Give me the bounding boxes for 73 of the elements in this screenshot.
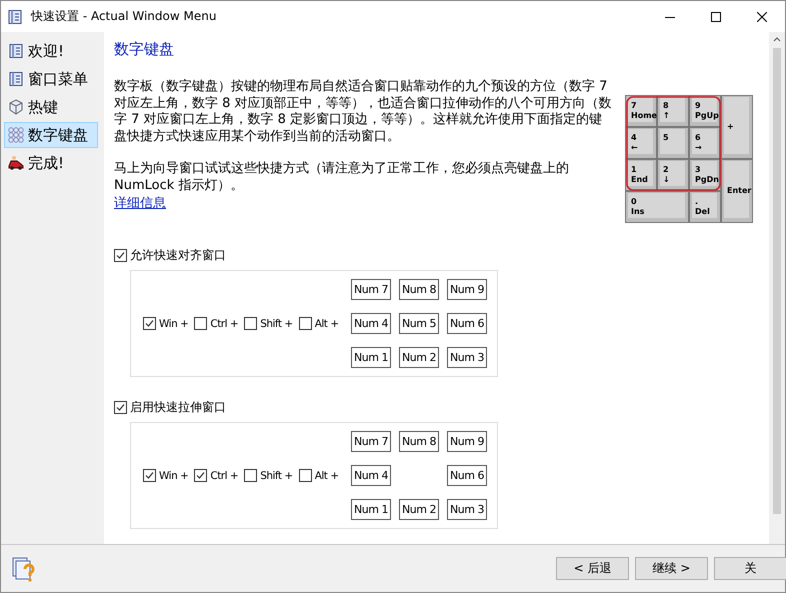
checkbox-label: Ctrl + bbox=[210, 318, 238, 330]
checkbox-label: Alt + bbox=[314, 318, 339, 330]
key-button[interactable]: Num 4 bbox=[351, 313, 391, 334]
key-button[interactable]: Num 8 bbox=[399, 431, 439, 452]
key-button[interactable]: Num 5 bbox=[399, 313, 439, 334]
checkbox-label: Win + bbox=[159, 318, 188, 330]
book-icon bbox=[8, 43, 24, 59]
keypad-key: 5 bbox=[657, 127, 689, 159]
checkbox-label: Shift + bbox=[260, 318, 293, 330]
keypad-key: 4 ← bbox=[625, 127, 657, 159]
checkbox[interactable] bbox=[114, 401, 127, 414]
wizard-button[interactable]: < 后退 bbox=[556, 557, 629, 580]
checkbox[interactable] bbox=[114, 249, 127, 262]
key-button[interactable]: Num 7 bbox=[351, 279, 391, 300]
keypad-key: . Del bbox=[689, 191, 721, 223]
checkbox-label: Win + bbox=[159, 470, 188, 482]
keypad-key: 2 ↓ bbox=[657, 159, 689, 191]
key-button[interactable]: Num 8 bbox=[399, 279, 439, 300]
page-heading: 数字键盘 bbox=[114, 40, 175, 59]
checkbox-label: Alt + bbox=[314, 470, 339, 482]
close-icon[interactable] bbox=[757, 12, 767, 22]
group-checkbox[interactable]: 允许快速对齐窗口 bbox=[114, 247, 769, 264]
cube-icon bbox=[8, 99, 24, 115]
paragraph: 马上为向导窗口试试这些快捷方式（请注意为了正常工作，您必须点亮键盘上的 NumLock 指示灯）。 bbox=[114, 161, 570, 194]
scrollbar[interactable] bbox=[769, 32, 785, 544]
checkbox[interactable] bbox=[298, 469, 312, 482]
key-button[interactable]: Num 1 bbox=[351, 347, 391, 368]
keypad-key: 6 → bbox=[689, 127, 721, 159]
keypad-key: 3 PgDn bbox=[689, 159, 721, 191]
keypad-key: 8 ↑ bbox=[657, 95, 689, 127]
wizard-button[interactable]: 关 bbox=[714, 557, 786, 580]
checkbox[interactable] bbox=[244, 469, 258, 482]
checkbox[interactable] bbox=[194, 317, 208, 330]
details-link[interactable]: 详细信息 bbox=[114, 196, 166, 211]
key-button[interactable]: Num 2 bbox=[399, 499, 439, 520]
keys-icon bbox=[8, 127, 24, 143]
paragraph: 数字板（数字键盘）按键的物理布局自然适合窗口贴靠动作的九个预设的方位（数字 7 对应左上角，数字 8 对应顶部正中，等等），也适合窗口拉伸动作的八个可用方向（数字 7 对应窗口左上角，数字 8 定影窗口顶边，等等）。这样就允许使用下面指定的键盘快捷方式快速应用某个动作到当前的活动窗口。 bbox=[114, 79, 613, 145]
key-button[interactable]: Num 2 bbox=[399, 347, 439, 368]
checkbox-label: 启用快速拉伸窗口 bbox=[130, 399, 226, 416]
window-title: 快速设置 - Actual Window Menu bbox=[31, 8, 216, 25]
key-button[interactable]: Num 7 bbox=[351, 431, 391, 452]
maximize-icon[interactable] bbox=[711, 12, 721, 22]
keypad-key: 0 Ins bbox=[625, 191, 689, 223]
sidebar-item[interactable]: 欢迎! bbox=[4, 38, 98, 64]
key-button[interactable]: Num 3 bbox=[447, 499, 487, 520]
key-button[interactable]: Num 6 bbox=[447, 313, 487, 334]
sidebar-item[interactable]: 热键 bbox=[4, 94, 98, 120]
app-icon bbox=[7, 8, 23, 24]
checkbox-label: 允许快速对齐窗口 bbox=[130, 247, 226, 264]
keypad-key: 1 End bbox=[625, 159, 657, 191]
key-button[interactable]: Num 3 bbox=[447, 347, 487, 368]
key-button[interactable]: Num 9 bbox=[447, 431, 487, 452]
checkbox[interactable] bbox=[143, 317, 156, 330]
checkbox-label: Shift + bbox=[260, 470, 293, 482]
book-icon bbox=[8, 71, 24, 87]
checkbox-label: Ctrl + bbox=[210, 470, 238, 482]
key-button[interactable]: Num 9 bbox=[447, 279, 487, 300]
checkbox[interactable] bbox=[244, 317, 258, 330]
car-icon bbox=[8, 155, 24, 171]
key-button[interactable]: Num 1 bbox=[351, 499, 391, 520]
keypad-key: Enter bbox=[721, 159, 753, 223]
checkbox[interactable] bbox=[194, 469, 208, 482]
key-button[interactable]: Num 6 bbox=[447, 465, 487, 486]
key-button[interactable]: Num 4 bbox=[351, 465, 391, 486]
checkbox[interactable] bbox=[298, 317, 312, 330]
keypad-key: + bbox=[721, 95, 753, 159]
group-checkbox[interactable]: 启用快速拉伸窗口 bbox=[114, 399, 769, 416]
sidebar-item[interactable]: 窗口菜单 bbox=[4, 66, 98, 92]
sidebar-item[interactable]: 数字键盘 bbox=[4, 122, 98, 148]
keypad-key: 9 PgUp bbox=[689, 95, 721, 127]
wizard-button[interactable]: 继续 > bbox=[635, 557, 708, 580]
checkbox[interactable] bbox=[143, 469, 156, 482]
sidebar-item[interactable]: 完成! bbox=[4, 150, 98, 176]
